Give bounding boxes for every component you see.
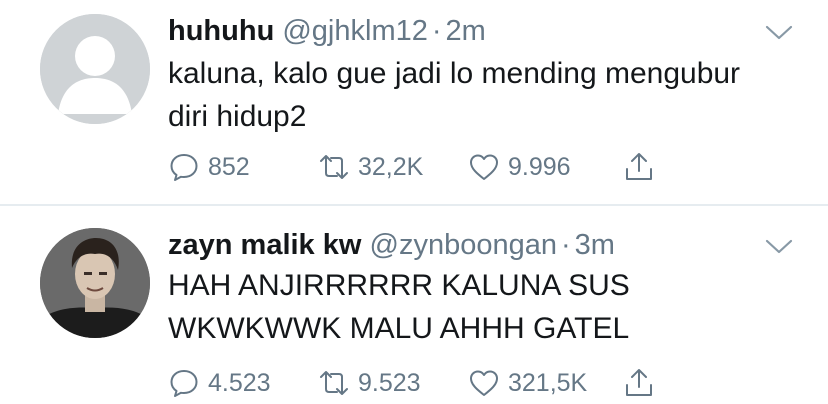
like-count: 9.996 [508, 152, 571, 181]
display-name[interactable]: huhuhu [168, 15, 274, 47]
heart-icon [470, 370, 498, 396]
display-name[interactable]: zayn malik kw [168, 229, 361, 261]
share-icon [626, 153, 652, 180]
separator: · [560, 229, 571, 261]
like-button[interactable]: 321,5K [468, 366, 587, 400]
retweet-button[interactable]: 32,2K [318, 150, 423, 184]
retweet-button[interactable]: 9.523 [318, 366, 421, 400]
reply-icon [170, 154, 198, 181]
tweet-header: huhuhu @gjhklm12 · 2m [168, 14, 486, 48]
default-avatar-icon [40, 14, 150, 124]
tweet[interactable]: huhuhu @gjhklm12 · 2m kaluna, kalo gue jad… [0, 0, 828, 205]
chevron-down-icon[interactable] [764, 22, 794, 42]
like-button[interactable]: 9.996 [468, 150, 571, 184]
timestamp[interactable]: 2m [446, 15, 486, 47]
avatar[interactable] [40, 228, 150, 338]
like-count: 321,5K [508, 368, 588, 397]
share-icon [626, 369, 652, 396]
retweet-count: 32,2K [358, 152, 424, 181]
timestamp[interactable]: 3m [575, 229, 615, 261]
retweet-icon [320, 155, 348, 179]
share-button[interactable] [623, 366, 663, 400]
retweet-count: 9.523 [358, 368, 421, 397]
reply-button[interactable]: 852 [168, 150, 250, 184]
avatar[interactable] [40, 14, 150, 124]
heart-icon [470, 154, 498, 180]
username[interactable]: @gjhklm12 [282, 15, 428, 47]
username[interactable]: @zynboongan [370, 229, 557, 261]
tweet-header: zayn malik kw @zynboongan · 3m [168, 228, 615, 262]
tweet-text: HAH ANJIRRRRRR KALUNA SUS WKWKWWK MALU A… [168, 269, 630, 345]
tweet[interactable]: zayn malik kw @zynboongan · 3m HAH ANJIRRR… [0, 206, 828, 404]
reply-button[interactable]: 4.523 [168, 366, 271, 400]
reply-count: 4.523 [208, 368, 271, 397]
tweet-text: kaluna, kalo gue jadi lo mending mengubu… [168, 57, 741, 133]
profile-photo-icon [40, 228, 150, 338]
reply-count: 852 [208, 152, 250, 181]
share-button[interactable] [623, 150, 663, 184]
reply-icon [170, 370, 198, 397]
separator: · [431, 15, 442, 47]
chevron-down-icon[interactable] [764, 236, 794, 256]
retweet-icon [320, 371, 348, 395]
